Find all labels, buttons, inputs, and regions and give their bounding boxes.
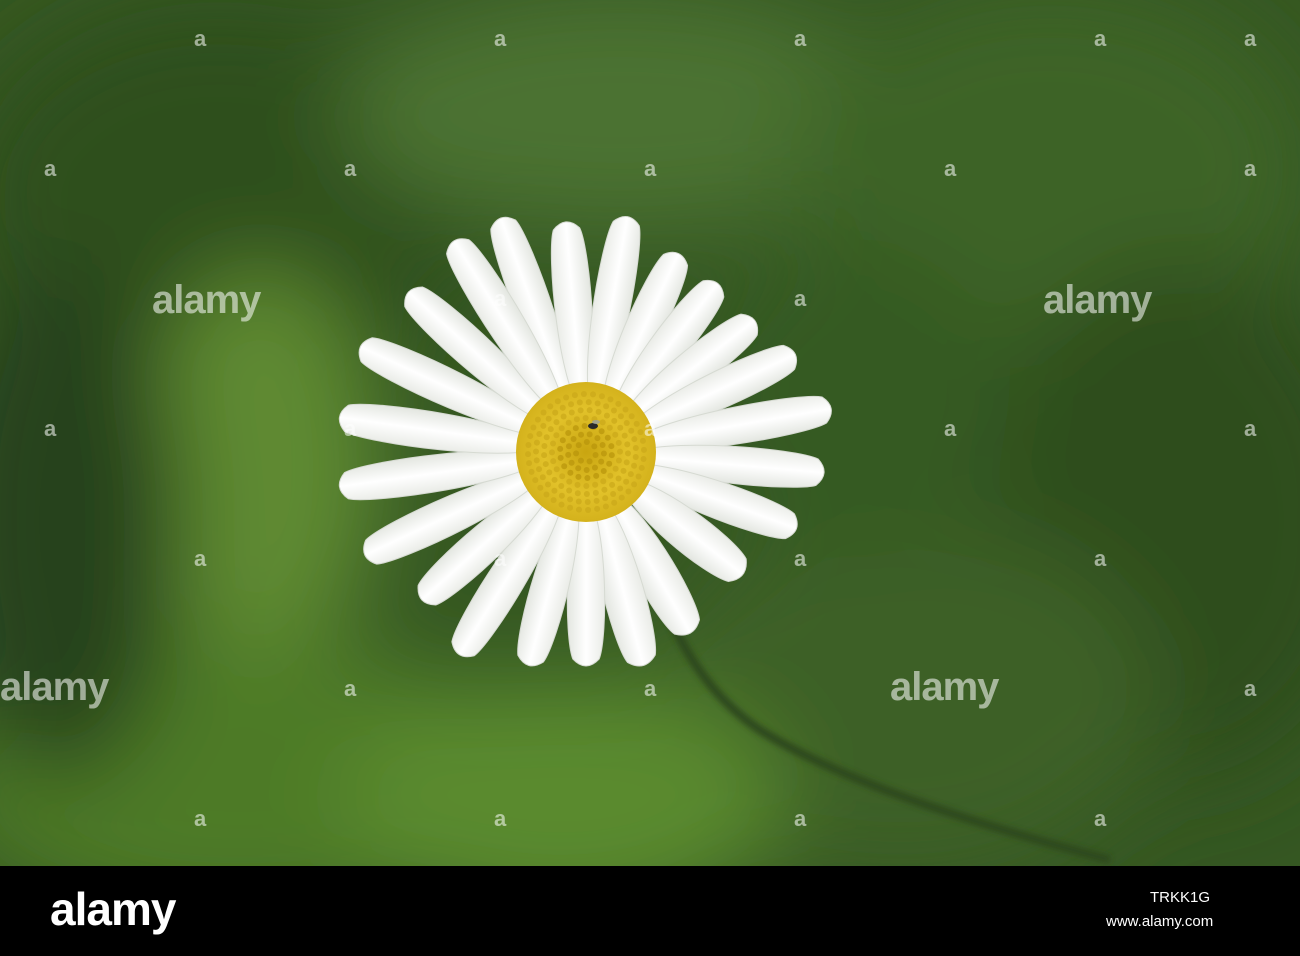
daisy-center — [516, 382, 656, 522]
watermark-mark: a — [644, 416, 657, 441]
watermark-mark: a — [794, 546, 807, 571]
watermark-mark: a — [44, 156, 57, 181]
watermark-mark: a — [644, 156, 657, 181]
watermark-mark: a — [194, 806, 207, 831]
watermark-mark: a — [494, 286, 507, 311]
watermark-mark: a — [794, 286, 807, 311]
watermark-logo: alamy — [1043, 278, 1152, 322]
daisy-photo: a a a a a a a a a a a a a a a a a a a a a a a a a a a a alamy alamy… — [0, 0, 1300, 866]
watermark-logo: alamy — [890, 665, 999, 709]
watermark-mark: a — [494, 546, 507, 571]
watermark-mark: a — [1244, 416, 1257, 441]
watermark-logo: alamy — [0, 665, 109, 709]
watermark-logo: alamy — [152, 278, 261, 322]
watermark-mark: a — [344, 416, 357, 441]
watermark-mark: a — [194, 26, 207, 51]
alamy-logo: alamy — [50, 883, 176, 935]
image-id: TRKK1G — [1150, 889, 1211, 906]
watermark-mark: a — [1244, 26, 1257, 51]
watermark-mark: a — [1094, 546, 1107, 571]
watermark-mark: a — [344, 676, 357, 701]
watermark-mark: a — [1244, 156, 1257, 181]
watermark-mark: a — [794, 26, 807, 51]
watermark-mark: a — [494, 806, 507, 831]
watermark-mark: a — [44, 416, 57, 441]
watermark-mark: a — [944, 156, 957, 181]
watermark-mark: a — [944, 416, 957, 441]
watermark-mark: a — [494, 26, 507, 51]
watermark-mark: a — [194, 546, 207, 571]
watermark-mark: a — [794, 806, 807, 831]
watermark-mark: a — [644, 676, 657, 701]
watermark-mark: a — [344, 156, 357, 181]
alamy-url: www.alamy.com — [1106, 913, 1214, 930]
watermark-mark: a — [1094, 26, 1107, 51]
watermark-mark: a — [1244, 676, 1257, 701]
watermark-mark: a — [1094, 806, 1107, 831]
alamy-footer-bar: alamy TRKK1G www.alamy.com — [0, 866, 1300, 956]
stock-photo: a a a a a a a a a a a a a a a a a a a a a a a a a a a a alamy alamy… — [0, 0, 1300, 956]
